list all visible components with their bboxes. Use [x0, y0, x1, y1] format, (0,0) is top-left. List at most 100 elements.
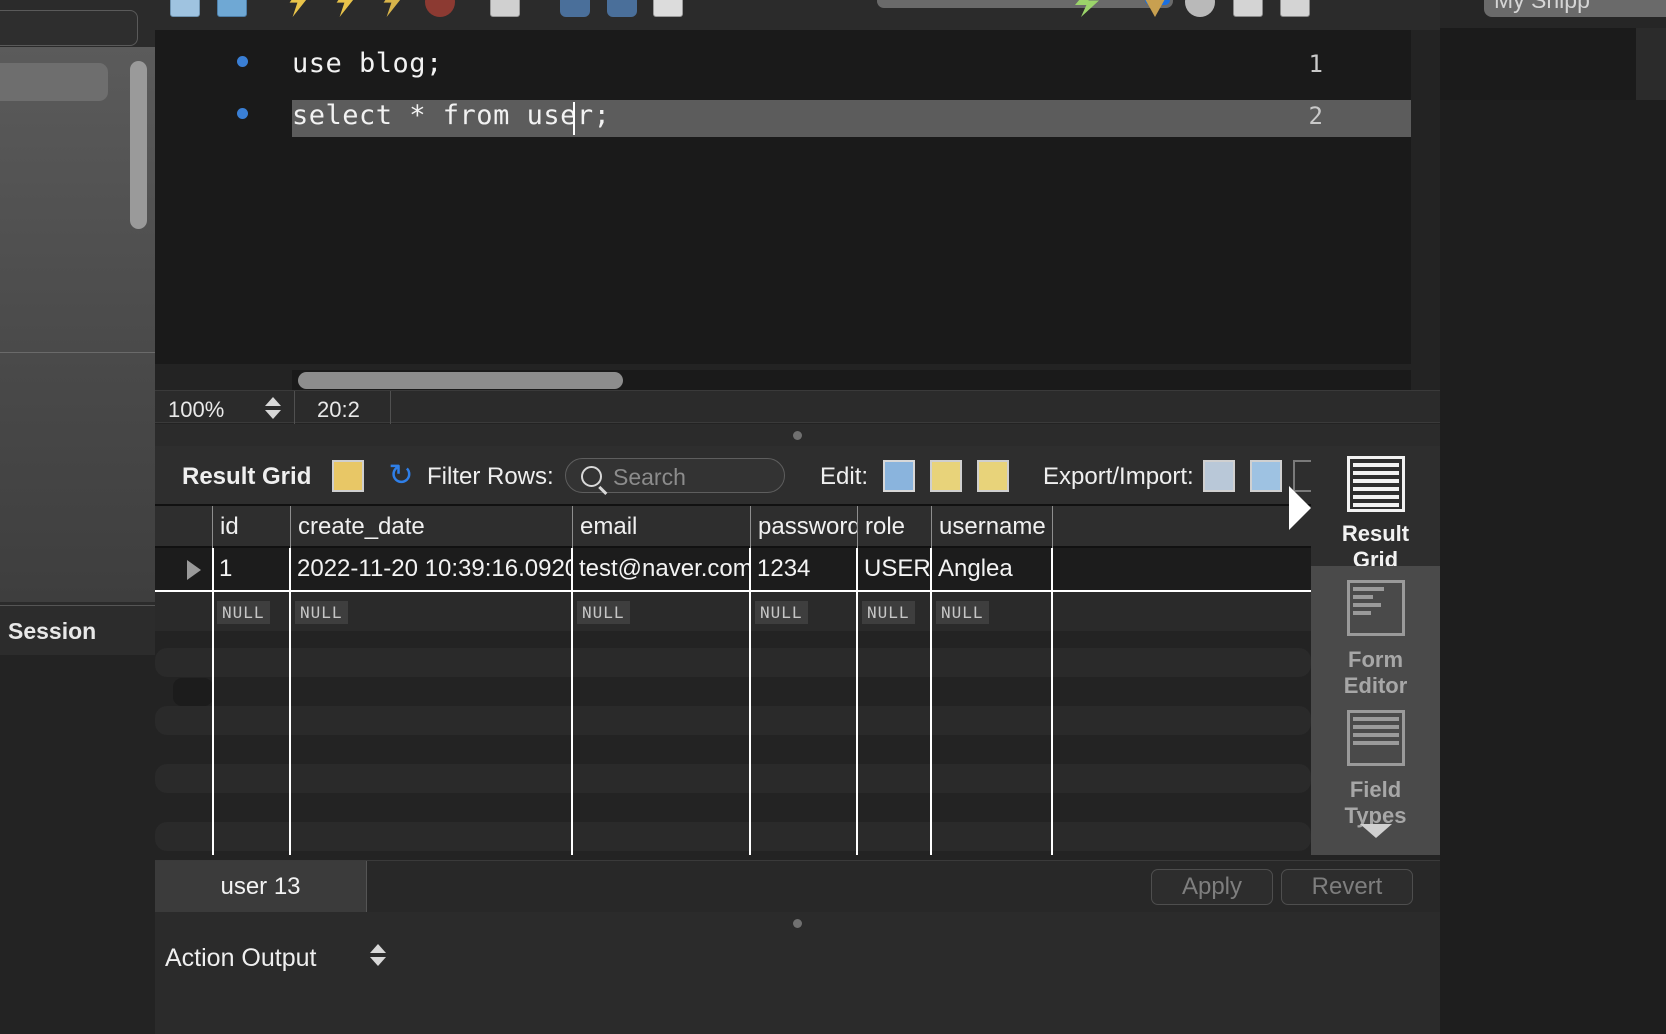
line-number: 2	[1308, 102, 1323, 130]
result-grid-toolbar: Result Grid ↻ Filter Rows: Search Edit: …	[155, 446, 1325, 506]
null-badge[interactable]: NULL	[862, 601, 915, 624]
null-badge[interactable]: NULL	[217, 601, 270, 624]
column-divider[interactable]	[1051, 548, 1053, 855]
splitter-grip-icon[interactable]	[792, 919, 802, 928]
null-badge[interactable]: NULL	[755, 601, 808, 624]
navigator-selected-item[interactable]	[0, 63, 108, 101]
zoom-control[interactable]: 100%	[155, 391, 295, 424]
refresh-icon[interactable]: ↻	[385, 460, 417, 492]
action-output-panel: Action Output	[155, 934, 1440, 1034]
line-number: 1	[1308, 50, 1323, 78]
tab-result-grid[interactable]: Result Grid	[1311, 446, 1440, 572]
editor-hscroll-thumb[interactable]	[298, 372, 623, 389]
editor-gutter	[155, 30, 295, 364]
import-recordset-icon[interactable]	[1250, 460, 1282, 492]
column-header-password[interactable]: password	[750, 506, 857, 548]
text-caret	[573, 102, 575, 135]
editor-line-1: use blog;	[292, 48, 443, 79]
breakpoint-marker-icon[interactable]	[237, 56, 248, 67]
delete-row-icon[interactable]	[977, 460, 1009, 492]
wrap-lines-icon[interactable]	[1280, 0, 1310, 17]
navigator-bottom-filler	[0, 655, 155, 1034]
grid-columns-icon[interactable]	[332, 460, 364, 492]
navigator-search-input[interactable]	[0, 10, 138, 46]
export-recordset-icon[interactable]	[1203, 460, 1235, 492]
column-divider[interactable]	[930, 548, 932, 855]
navigator-session-label: Session	[8, 618, 97, 644]
tab-form-editor-label-2: Editor	[1343, 673, 1408, 698]
null-badge[interactable]: NULL	[577, 601, 630, 624]
stop-on-error-icon[interactable]	[490, 0, 520, 17]
active-tab-arrow-icon	[1289, 486, 1311, 530]
toggle-down-icon[interactable]	[560, 0, 590, 17]
zoom-stepper[interactable]	[265, 396, 281, 420]
cell-username[interactable]: Anglea	[931, 548, 1052, 590]
field-types-icon	[1346, 710, 1405, 766]
status-bar-filler	[392, 391, 1440, 424]
empty-row	[155, 764, 1311, 793]
table-row[interactable]: 1 2022-11-20 10:39:16.092000 test@naver.…	[155, 548, 1311, 590]
navigator-session-tab[interactable]: Session	[0, 605, 155, 655]
action-output-label: Action Output	[165, 944, 317, 972]
column-header-email[interactable]: email	[572, 506, 750, 548]
empty-row	[155, 648, 1311, 677]
splitter-grip-icon[interactable]	[792, 431, 802, 440]
chevron-down-icon[interactable]	[1359, 824, 1392, 838]
cell-create-date[interactable]: 2022-11-20 10:39:16.092000	[290, 548, 572, 590]
filter-rows-label: Filter Rows:	[427, 463, 554, 490]
toggle-panel-icon[interactable]	[1233, 0, 1263, 17]
apply-button[interactable]: Apply	[1151, 869, 1273, 905]
column-divider[interactable]	[212, 548, 214, 855]
tab-form-editor[interactable]: Form Editor	[1311, 566, 1440, 698]
cell-email[interactable]: test@naver.com	[572, 548, 750, 590]
column-header-username[interactable]: username	[931, 506, 1052, 548]
breakpoint-marker-icon[interactable]	[237, 108, 248, 119]
execute-current-statement-icon[interactable]	[336, 0, 354, 17]
navigator-schema-tree[interactable]: ...er ...ures	[0, 47, 155, 602]
null-badge[interactable]: NULL	[295, 601, 348, 624]
search-magnifier-icon[interactable]	[1185, 0, 1215, 17]
row-edit-indicator[interactable]	[173, 678, 213, 706]
save-sql-icon[interactable]	[217, 0, 247, 17]
column-divider[interactable]	[856, 548, 858, 855]
result-grid[interactable]: id create_date email password role usern…	[155, 506, 1311, 855]
new-sql-tab-icon[interactable]	[170, 0, 200, 17]
row-selector-icon[interactable]	[187, 560, 201, 580]
cell-id[interactable]: 1	[212, 548, 290, 590]
navigator-scrollbar[interactable]	[130, 61, 147, 229]
revert-button[interactable]: Revert	[1281, 869, 1413, 905]
tab-result-grid-label-1: Result	[1341, 521, 1410, 546]
horizontal-splitter-lower[interactable]	[155, 912, 1440, 934]
commit-icon[interactable]	[653, 0, 683, 17]
column-header-id[interactable]: id	[212, 506, 290, 548]
column-divider[interactable]	[749, 548, 751, 855]
column-header-role[interactable]: role	[857, 506, 931, 548]
stop-icon[interactable]	[425, 0, 455, 17]
execute-icon[interactable]	[289, 0, 307, 17]
navigator-divider	[0, 352, 155, 353]
explain-icon[interactable]	[383, 0, 401, 17]
tab-user-13[interactable]: user 13	[155, 861, 367, 913]
edit-pencil-icon[interactable]	[883, 460, 915, 492]
column-divider[interactable]	[289, 548, 291, 855]
null-badge[interactable]: NULL	[936, 601, 989, 624]
cell-role[interactable]: USER	[857, 548, 931, 590]
insert-row-icon[interactable]	[930, 460, 962, 492]
filter-search-input[interactable]: Search	[565, 458, 785, 493]
tab-field-types[interactable]: Field Types	[1311, 696, 1440, 855]
export-import-label: Export/Import:	[1043, 463, 1194, 490]
horizontal-splitter[interactable]	[155, 424, 1440, 446]
action-output-stepper[interactable]	[370, 943, 386, 967]
column-header-create-date[interactable]: create_date	[290, 506, 572, 548]
column-divider[interactable]	[571, 548, 573, 855]
navigator-panel: ...er ...ures Session	[0, 0, 155, 1034]
toggle-up-icon[interactable]	[607, 0, 637, 17]
editor-line-2: select * from user;	[292, 100, 611, 131]
table-row-new-placeholder[interactable]: NULL NULL NULL NULL NULL NULL	[155, 590, 1311, 706]
limit-rows-dropdown[interactable]: Limit to 1000 rows ▾	[877, 0, 1173, 8]
my-shipp-tab[interactable]: My Shipp	[1484, 0, 1666, 17]
tab-field-types-label-1: Field	[1349, 777, 1402, 802]
sql-editor[interactable]: 1 use blog; 2 select * from user;	[155, 30, 1411, 392]
right-block-a	[1440, 28, 1636, 100]
cell-password[interactable]: 1234	[750, 548, 857, 590]
